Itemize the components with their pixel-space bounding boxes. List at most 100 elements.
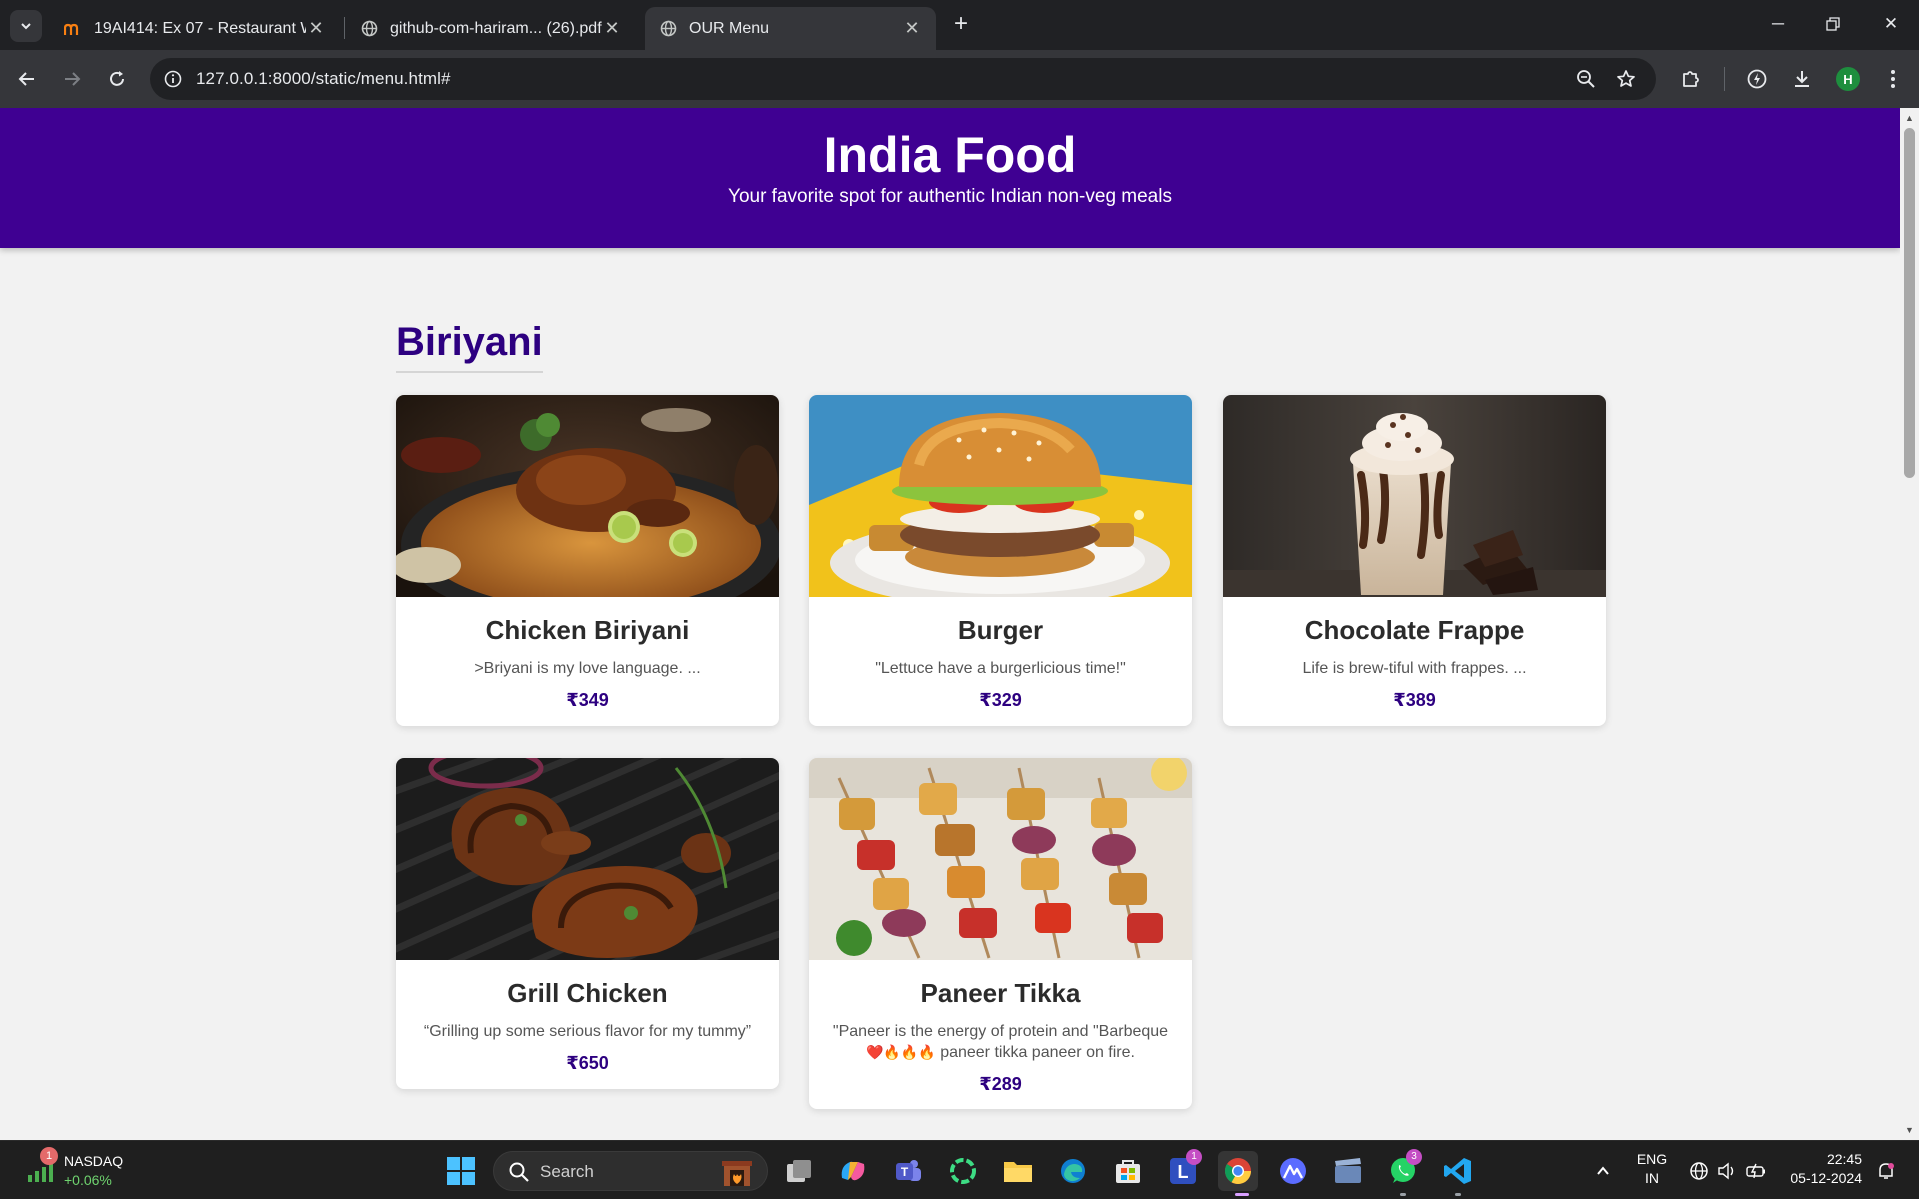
profile-avatar[interactable]: H <box>1836 67 1860 91</box>
svg-text:T: T <box>901 1165 909 1179</box>
item-price: ₹389 <box>1393 690 1436 710</box>
tab-search-button[interactable] <box>10 10 42 42</box>
downloads-button[interactable] <box>1785 62 1819 96</box>
tab-title: 19AI414: Ex 07 - Restaurant We <box>94 19 306 37</box>
bookmark-star-icon[interactable] <box>1614 67 1638 91</box>
bell-icon <box>1879 1163 1894 1179</box>
item-price: ₹289 <box>979 1074 1022 1094</box>
section-title: Biriyani <box>396 320 543 373</box>
close-tab-icon[interactable]: ✕ <box>602 18 622 39</box>
site-tagline: Your favorite spot for authentic Indian … <box>728 186 1172 207</box>
reload-button[interactable] <box>100 62 134 96</box>
extensions-button[interactable] <box>1674 62 1708 96</box>
chevron-up-icon <box>1597 1166 1609 1175</box>
chrome-menu-button[interactable] <box>1876 62 1910 96</box>
burger-image <box>809 395 1192 597</box>
tab-restaurant[interactable]: 19AI414: Ex 07 - Restaurant We ✕ <box>50 7 340 50</box>
scroll-down-arrow[interactable]: ▼ <box>1900 1122 1919 1138</box>
circle-app-button[interactable] <box>943 1151 983 1191</box>
volume-icon <box>1718 1162 1734 1180</box>
chocolate-frappe-image <box>1223 395 1606 597</box>
url-text: 127.0.0.1:8000/static/menu.html# <box>196 69 451 88</box>
teams-button[interactable]: T <box>888 1151 928 1191</box>
performance-button[interactable] <box>1740 62 1774 96</box>
tab-separator <box>344 17 345 39</box>
tab-our-menu[interactable]: OUR Menu ✕ <box>645 7 936 50</box>
search-label: Search <box>540 1162 594 1181</box>
menu-card-grill-chicken[interactable]: Grill Chicken “Grilling up some serious … <box>396 758 779 1089</box>
download-icon <box>1795 71 1809 87</box>
item-description: >Briyani is my love language. ... <box>474 660 701 677</box>
windows-start-button[interactable] <box>441 1151 481 1191</box>
close-tab-icon[interactable]: ✕ <box>306 18 326 39</box>
battery-icon <box>1746 1163 1765 1179</box>
mountain-app-icon <box>1280 1158 1306 1184</box>
notifications-button[interactable] <box>1866 1151 1906 1191</box>
stock-badge: 1 <box>40 1147 58 1165</box>
network-globe-icon <box>1690 1162 1708 1180</box>
close-window-button[interactable]: ✕ <box>1869 8 1913 40</box>
back-button[interactable] <box>10 62 44 96</box>
menu-card-chocolate-frappe[interactable]: Chocolate Frappe Life is brew-tiful with… <box>1223 395 1606 726</box>
arc-app-button[interactable] <box>1273 1151 1313 1191</box>
language-indicator[interactable]: ENG IN <box>1632 1151 1672 1186</box>
fireplace-icon <box>722 1161 752 1186</box>
clapper-app-button[interactable] <box>1328 1151 1368 1191</box>
item-name: Chocolate Frappe <box>1304 615 1525 645</box>
arrow-left-icon <box>18 72 34 86</box>
forward-button[interactable] <box>55 62 89 96</box>
store-icon <box>1116 1160 1140 1183</box>
chevron-down-icon <box>21 23 31 30</box>
menu-card-chicken-biriyani[interactable]: Chicken Biriyani >Briyani is my love lan… <box>396 395 779 726</box>
scrollbar-thumb[interactable] <box>1904 128 1915 478</box>
whatsapp-badge: 3 <box>1406 1149 1422 1165</box>
copilot-button[interactable] <box>833 1151 873 1191</box>
item-price: ₹329 <box>979 690 1022 710</box>
clock[interactable]: 22:45 05-12-2024 <box>1786 1151 1862 1186</box>
kebab-menu-icon <box>1891 70 1895 88</box>
stock-name: NASDAQ <box>64 1153 124 1169</box>
paneer-tikka-image <box>809 758 1192 960</box>
scroll-up-arrow[interactable]: ▲ <box>1900 110 1919 126</box>
edge-icon <box>1061 1159 1085 1183</box>
stock-change: +0.06% <box>64 1172 112 1188</box>
vscode-button[interactable] <box>1438 1151 1478 1191</box>
search-icon <box>509 1162 529 1182</box>
page-scrollbar[interactable]: ▲ ▼ <box>1900 108 1919 1140</box>
zoom-icon[interactable] <box>1574 67 1598 91</box>
close-tab-icon[interactable]: ✕ <box>902 18 922 39</box>
arrow-right-icon <box>65 72 81 86</box>
task-view-button[interactable] <box>779 1151 819 1191</box>
copilot-icon <box>841 1161 865 1181</box>
grill-chicken-image <box>396 758 779 960</box>
item-description-line1: "Paneer is the energy of protein and "Ba… <box>832 1023 1169 1040</box>
file-explorer-button[interactable] <box>998 1151 1038 1191</box>
new-tab-button[interactable]: + <box>946 10 976 40</box>
browser-tab-bar: 19AI414: Ex 07 - Restaurant We ✕ github-… <box>0 0 1919 50</box>
minimize-button[interactable]: ─ <box>1756 8 1800 40</box>
item-description: Life is brew-tiful with frappes. ... <box>1302 660 1527 677</box>
reload-icon <box>110 71 124 86</box>
store-button[interactable] <box>1108 1151 1148 1191</box>
menu-card-paneer-tikka[interactable]: Paneer Tikka "Paneer is the energy of pr… <box>809 758 1192 1109</box>
menu-card-burger[interactable]: Burger "Lettuce have a burgerlicious tim… <box>809 395 1192 726</box>
windows-taskbar: 1 NASDAQ +0.06% Search T L 1 3 ENG IN 22… <box>0 1140 1919 1199</box>
restore-button[interactable] <box>1811 8 1855 40</box>
system-tray-status[interactable] <box>1678 1151 1778 1191</box>
page-viewport: India Food Your favorite spot for authen… <box>0 108 1900 1140</box>
show-hidden-icons-button[interactable] <box>1583 1151 1623 1191</box>
stock-widget[interactable]: 1 NASDAQ +0.06% <box>26 1147 146 1193</box>
chrome-button[interactable] <box>1218 1151 1258 1191</box>
item-description: “Grilling up some serious flavor for my … <box>423 1023 752 1040</box>
item-description: "Lettuce have a burgerlicious time!" <box>875 660 1126 677</box>
item-name: Chicken Biriyani <box>485 615 690 645</box>
edge-button[interactable] <box>1053 1151 1093 1191</box>
vscode-running-indicator <box>1455 1193 1461 1196</box>
whatsapp-running-indicator <box>1400 1193 1406 1196</box>
taskbar-search[interactable]: Search <box>493 1151 768 1191</box>
chrome-icon <box>1224 1158 1252 1185</box>
folder-icon <box>1004 1162 1032 1182</box>
tab-pdf[interactable]: github-com-hariram... (26).pdf ✕ <box>346 7 636 50</box>
site-info-icon[interactable] <box>162 68 184 90</box>
address-bar[interactable]: 127.0.0.1:8000/static/menu.html# <box>150 58 1656 100</box>
